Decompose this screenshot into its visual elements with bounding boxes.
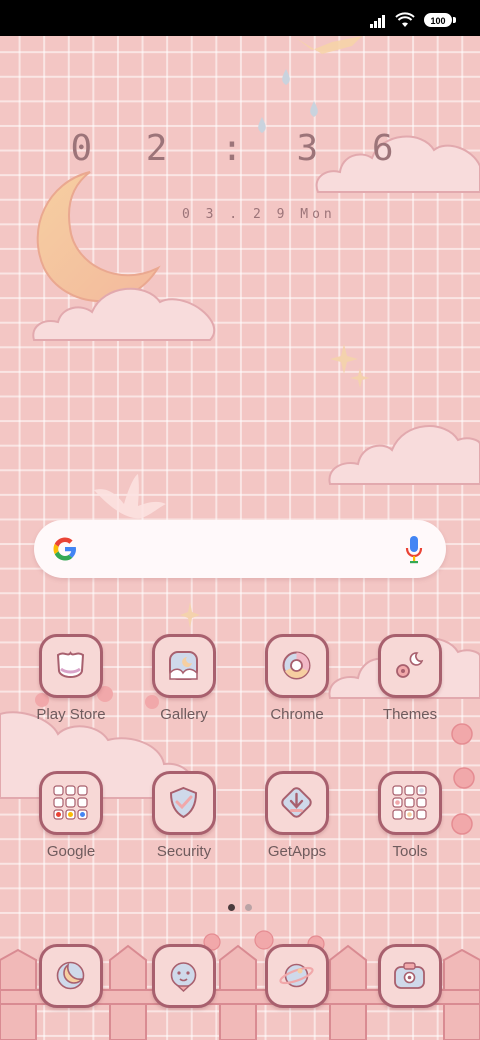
folder-tools[interactable]: Tools [355,771,465,881]
signal-icon [370,15,385,28]
dock-camera[interactable] [355,944,465,1040]
app-label: Gallery [160,706,208,723]
tools-folder-icon[interactable] [378,771,442,835]
microphone-icon[interactable] [404,535,424,565]
cloud-decoration [32,287,216,341]
security-icon[interactable] [152,771,216,835]
google-g-icon [53,537,76,561]
app-label: Security [156,843,212,860]
wifi-icon [395,12,415,27]
google-search-bar[interactable] [34,520,446,578]
getapps-icon[interactable] [265,771,329,835]
clock-date[interactable]: 0 3 . 2 9 Mon [182,207,336,222]
page-dot[interactable] [245,904,252,911]
folder-google[interactable]: Google [16,771,126,881]
app-play-store[interactable]: Play Store [16,634,126,744]
play-store-icon[interactable] [39,634,103,698]
dock-messages[interactable] [129,944,239,1040]
cloud-decoration [328,425,480,485]
gallery-icon[interactable] [152,634,216,698]
app-label: Chrome [270,706,324,723]
app-chrome[interactable]: Chrome [242,634,352,744]
messages-icon[interactable] [152,944,216,1008]
sparkle-decoration [330,344,370,388]
sparkle-decoration [180,602,200,628]
page-indicator[interactable] [0,898,480,916]
app-themes[interactable]: Themes [355,634,465,744]
battery-tip [453,17,456,23]
app-label: Google [46,843,96,860]
dock-browser[interactable] [242,944,352,1040]
camera-icon[interactable] [378,944,442,1008]
home-screen: 100 0 2: 3 6 0 3 . 2 9 Mon Play Store G… [0,0,480,1040]
chrome-icon[interactable] [265,634,329,698]
app-label: Tools [392,843,428,860]
app-label: GetApps [267,843,327,860]
star-decoration [296,36,362,54]
dock-phone[interactable] [16,944,126,1040]
app-label: Themes [382,706,438,723]
clock-time[interactable]: 0 2 : 3 6 [0,128,480,169]
app-gallery[interactable]: Gallery [129,634,239,744]
status-bar: 100 [0,0,480,36]
page-dot-active[interactable] [228,904,235,911]
app-security[interactable]: Security [129,771,239,881]
browser-icon[interactable] [265,944,329,1008]
battery-level: 100 [430,16,446,26]
google-folder-icon[interactable] [39,771,103,835]
battery-icon: 100 [424,13,452,27]
app-label: Play Store [36,706,106,723]
phone-icon[interactable] [39,944,103,1008]
app-getapps[interactable]: GetApps [242,771,352,881]
themes-icon[interactable] [378,634,442,698]
